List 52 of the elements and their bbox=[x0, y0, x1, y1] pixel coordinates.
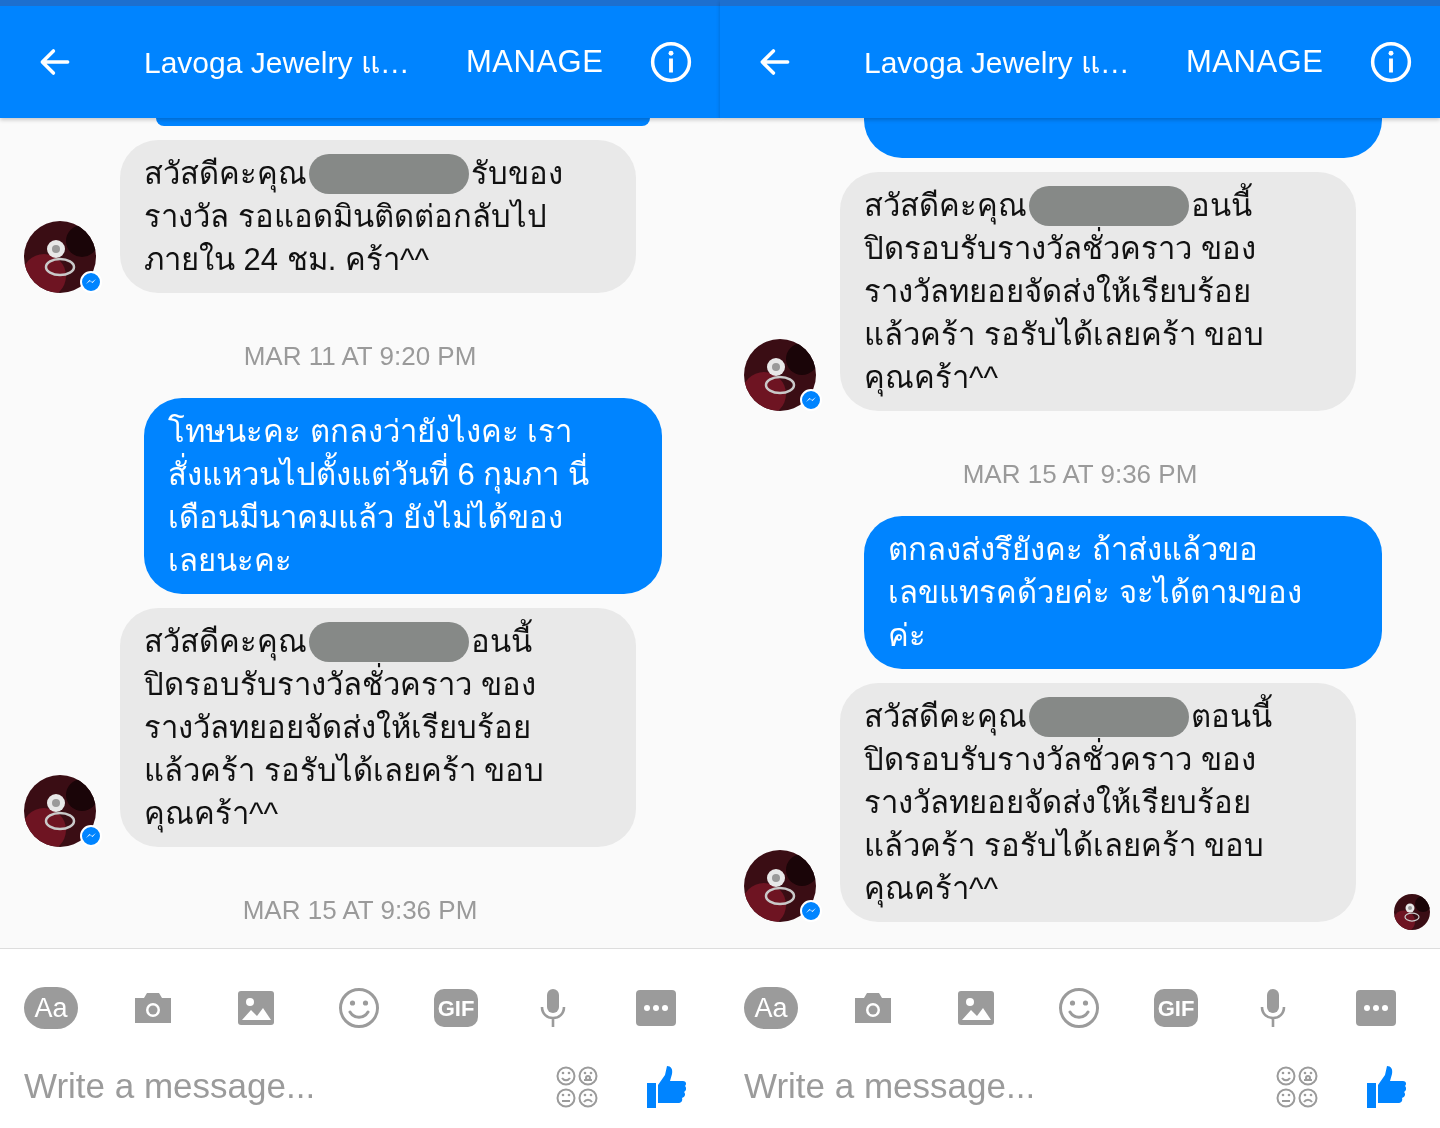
message-text: แล้วคร้า รอรับได้เลยคร้า ขอบ bbox=[864, 827, 1266, 865]
manage-button[interactable]: MANAGE bbox=[466, 38, 604, 86]
message-text: คุณคร้า^^ bbox=[864, 870, 1000, 910]
message-text: ปิดรอบรับรางวัลชั่วคราว ของ bbox=[144, 663, 612, 706]
message-text: ค่ะ bbox=[888, 617, 927, 655]
text-style-button[interactable]: Aa bbox=[24, 987, 78, 1029]
message-text: ตอนนี้ bbox=[1191, 695, 1272, 738]
timestamp: MAR 15 AT 9:36 PM bbox=[962, 458, 1198, 491]
emoji-faces-icon[interactable] bbox=[1276, 1065, 1318, 1108]
timestamp: MAR 11 AT 9:20 PM bbox=[243, 340, 477, 373]
messenger-badge-icon bbox=[800, 387, 822, 411]
message-text: อนนี้ bbox=[1191, 184, 1252, 227]
text-style-button[interactable]: Aa bbox=[744, 987, 798, 1029]
message-text: รางวัล รอแอดมินติดต่อกลับไป bbox=[144, 198, 548, 236]
emoji-faces-icon[interactable] bbox=[556, 1065, 598, 1108]
manage-button[interactable]: MANAGE bbox=[1186, 38, 1324, 86]
chat-title: Lavoga Jewelry แ… bbox=[144, 44, 411, 81]
message-text: เลขแทรคด้วยค่ะ จะได้ตามของ bbox=[888, 574, 1303, 612]
message-text: ตกลงส่งรึยังคะ ถ้าส่งแล้วขอ bbox=[888, 531, 1259, 569]
message-text: โทษนะคะ ตกลงว่ายังไงคะ เรา bbox=[168, 413, 574, 451]
info-icon[interactable] bbox=[1370, 41, 1412, 83]
message-text: แล้วคร้า รอรับได้เลยคร้า ขอบ bbox=[144, 752, 546, 790]
chat-title: Lavoga Jewelry แ… bbox=[864, 44, 1131, 81]
gif-button[interactable]: GIF bbox=[1154, 989, 1198, 1027]
message-text: รับของ bbox=[471, 155, 563, 193]
message-text: เดือนมีนาคมแล้ว ยังไม่ได้ของ bbox=[168, 499, 564, 537]
message-text: คุณคร้า^^ bbox=[144, 795, 280, 835]
message-text: เลยนะคะ bbox=[168, 542, 293, 580]
message-text: รางวัลทยอยจัดส่งให้เรียบร้อย bbox=[864, 784, 1252, 822]
message-text: ภายใน 24 ชม. คร้า^^ bbox=[144, 241, 431, 279]
message-text: สวัสดีคะคุณ bbox=[144, 623, 307, 663]
message-text: อนนี้ bbox=[471, 620, 532, 663]
message-text: สวัสดีคะคุณ bbox=[864, 187, 1027, 227]
messenger-badge-icon bbox=[80, 269, 102, 293]
message-text: คุณคร้า^^ bbox=[864, 359, 1000, 399]
message-text: สวัสดีคะคุณ bbox=[144, 155, 307, 195]
timestamp: MAR 15 AT 9:36 PM bbox=[242, 894, 478, 927]
message-text: แล้วคร้า รอรับได้เลยคร้า ขอบ bbox=[864, 316, 1266, 354]
thumbs-up-icon[interactable] bbox=[1366, 1064, 1408, 1109]
gif-button[interactable]: GIF bbox=[434, 989, 478, 1027]
message-text: ปิดรอบรับรางวัลชั่วคราว ของ bbox=[864, 738, 1332, 781]
message-text: รางวัลทยอยจัดส่งให้เรียบร้อย bbox=[144, 709, 532, 747]
message-text: สั่งแหวนไปตั้งแต่วันที่ 6 กุมภา นี่ bbox=[168, 453, 638, 496]
thumbs-up-icon[interactable] bbox=[646, 1064, 688, 1109]
messenger-badge-icon bbox=[80, 823, 102, 847]
info-icon[interactable] bbox=[650, 41, 692, 83]
messenger-badge-icon bbox=[800, 898, 822, 922]
message-input-field[interactable]: Write a message... bbox=[744, 1060, 1276, 1113]
message-text: รางวัลทยอยจัดส่งให้เรียบร้อย bbox=[864, 273, 1252, 311]
message-text: สวัสดีคะคุณ bbox=[864, 698, 1027, 738]
message-input-field[interactable]: Write a message... bbox=[24, 1060, 556, 1113]
message-text: ปิดรอบรับรางวัลชั่วคราว ของ bbox=[864, 227, 1332, 270]
